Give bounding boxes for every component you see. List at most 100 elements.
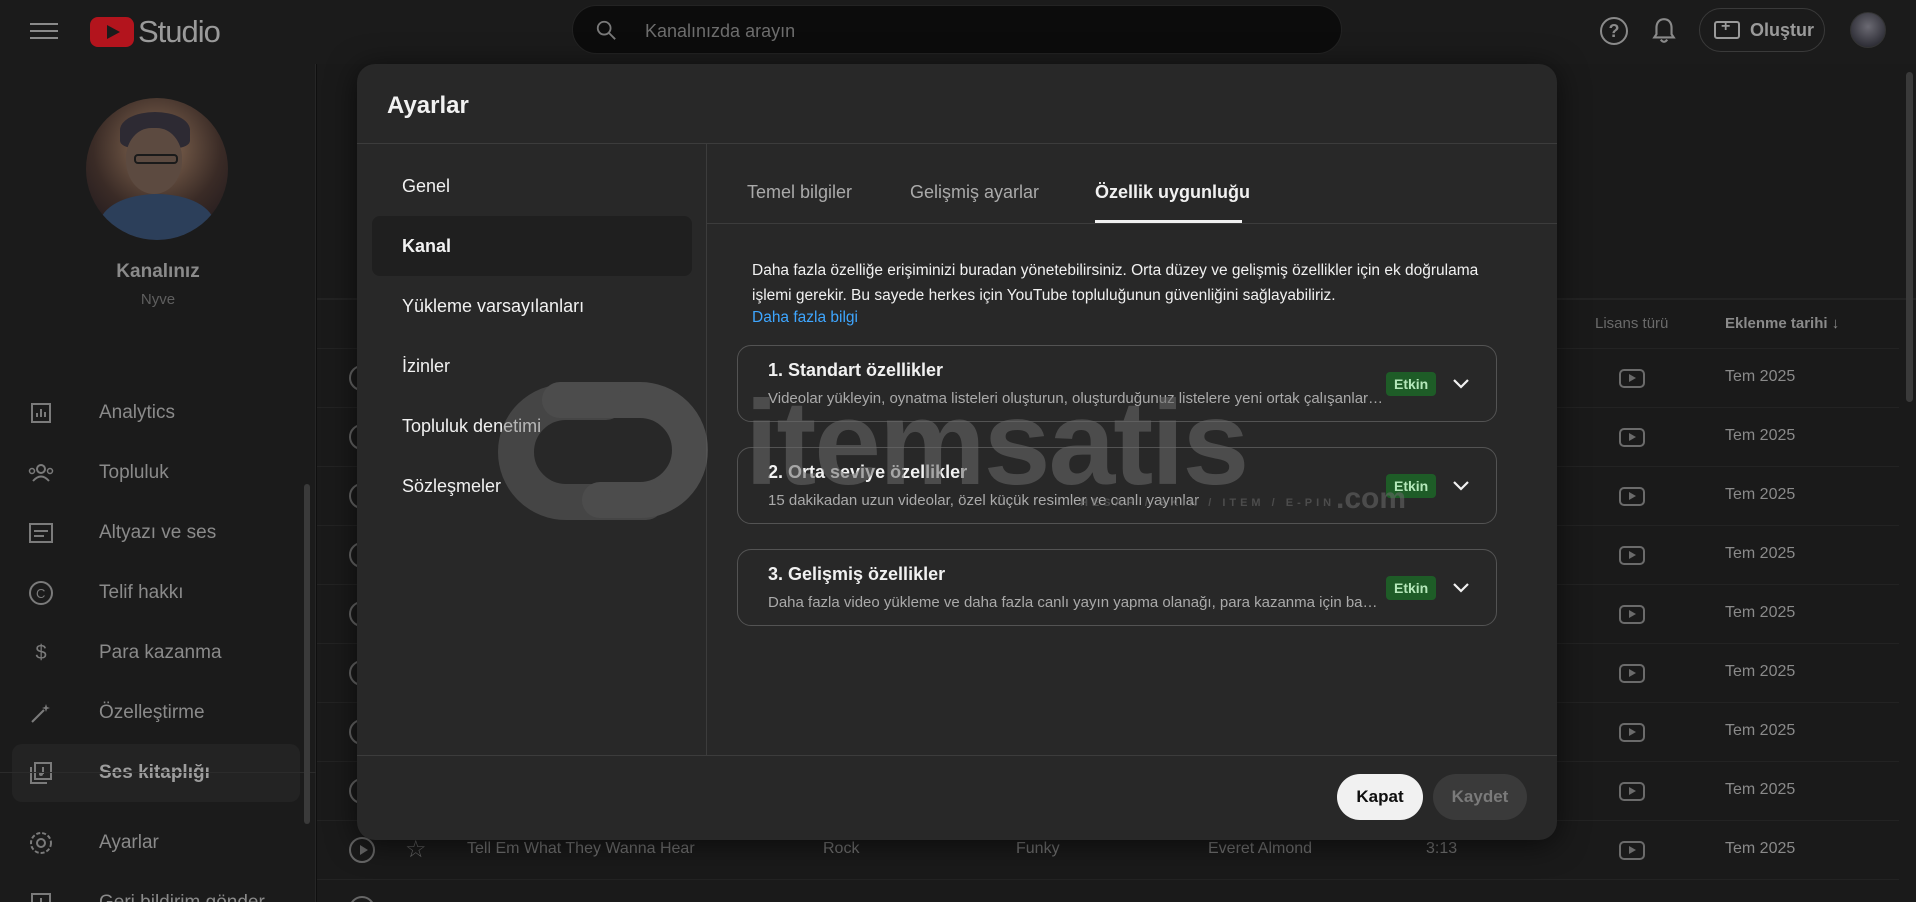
nav-item-community-moderation[interactable]: Topluluk denetimi	[372, 396, 692, 456]
sidebar-divider	[0, 772, 316, 773]
search-icon	[596, 20, 616, 40]
sidebar-item-copyright[interactable]: C Telif hakkı	[12, 564, 300, 622]
tab-feature-eligibility[interactable]: Özellik uygunluğu	[1095, 182, 1250, 203]
tab-basic-info[interactable]: Temel bilgiler	[747, 182, 852, 203]
audio-library-icon	[28, 760, 54, 786]
status-badge: Etkin	[1386, 474, 1437, 498]
community-icon	[28, 460, 54, 486]
dialog-header-divider	[357, 143, 1557, 144]
status-badge: Etkin	[1386, 372, 1437, 396]
top-bar: Studio Kanalınızda arayın ? Oluştur	[0, 0, 1916, 64]
column-added-label: Eklenme tarihi	[1725, 315, 1828, 332]
play-icon[interactable]	[349, 896, 375, 902]
play-icon[interactable]	[349, 837, 375, 863]
added-date: Tem 2025	[1725, 663, 1796, 680]
added-date: Tem 2025	[1725, 486, 1796, 503]
youtube-license-icon	[1619, 546, 1645, 565]
sidebar-item-settings[interactable]: Ayarlar	[12, 814, 300, 872]
sidebar-item-label: Topluluk	[99, 462, 169, 483]
nav-item-channel[interactable]: Kanal	[372, 216, 692, 276]
analytics-icon	[28, 400, 54, 426]
sidebar-item-label: Ayarlar	[99, 832, 159, 853]
youtube-license-icon	[1619, 369, 1645, 388]
tab-advanced-settings[interactable]: Gelişmiş ayarlar	[910, 182, 1039, 203]
added-date: Tem 2025	[1725, 781, 1796, 798]
feature-title: 2. Orta seviye özellikler	[768, 462, 968, 482]
channel-title: Kanalınız	[116, 261, 200, 282]
studio-logo[interactable]: Studio	[90, 14, 221, 50]
track-artist: Everet Almond	[1208, 840, 1313, 857]
sidebar-item-label: Geri bildirim gönder	[99, 892, 265, 902]
chevron-down-icon[interactable]	[1450, 576, 1472, 598]
added-date: Tem 2025	[1725, 545, 1796, 562]
sidebar-item-label: Telif hakkı	[99, 582, 184, 603]
sidebar-scrollbar[interactable]	[304, 264, 310, 824]
column-added-date[interactable]: Eklenme tarihi ↓	[1725, 315, 1839, 332]
sidebar-item-label: Para kazanma	[99, 642, 222, 663]
channel-handle: Nyve	[140, 291, 176, 308]
track-mood: Funky	[1016, 840, 1060, 857]
sidebar-item-monetization[interactable]: $ Para kazanma	[12, 624, 300, 682]
sidebar-item-analytics[interactable]: Analytics	[12, 384, 300, 442]
nav-item-permissions[interactable]: İzinler	[372, 336, 692, 396]
feature-title: 1. Standart özellikler	[768, 360, 944, 380]
column-license[interactable]: Lisans türü	[1595, 315, 1668, 332]
subtitles-icon	[28, 520, 54, 546]
create-label: Oluştur	[1750, 19, 1815, 40]
sidebar-item-feedback[interactable]: Geri bildirim gönder	[12, 874, 300, 902]
dollar-icon: $	[35, 641, 47, 664]
youtube-license-icon	[1619, 841, 1645, 860]
added-date: Tem 2025	[1725, 722, 1796, 739]
create-button[interactable]: Oluştur	[1699, 8, 1825, 52]
feature-advanced[interactable]: 3. Gelişmiş özellikler Daha fazla video …	[737, 549, 1497, 626]
save-button[interactable]: Kaydet	[1433, 774, 1527, 820]
nav-item-upload-defaults[interactable]: Yükleme varsayılanları	[372, 276, 692, 336]
status-badge: Etkin	[1386, 576, 1437, 600]
svg-text:C: C	[36, 586, 45, 601]
sidebar-item-audio-library[interactable]: Ses kitaplığı	[12, 744, 300, 802]
close-button[interactable]: Kapat	[1337, 774, 1423, 820]
account-avatar[interactable]	[1850, 12, 1886, 48]
added-date: Tem 2025	[1725, 368, 1796, 385]
dialog-title: Ayarlar	[387, 92, 469, 119]
track-duration: 3:13	[1426, 840, 1458, 857]
sidebar-item-customization[interactable]: Özelleştirme	[12, 684, 300, 742]
feature-description: Daha fazla özelliğe erişiminizi buradan …	[752, 262, 1479, 304]
settings-dialog: Ayarlar Genel Kanal Yükleme varsayılanla…	[357, 64, 1557, 840]
track-title: Tell Em What They Wanna Hear	[467, 840, 695, 857]
sidebar-item-label: Özelleştirme	[99, 702, 205, 723]
feature-intermediate[interactable]: 2. Orta seviye özellikler 15 dakikadan u…	[737, 447, 1497, 524]
learn-more-link[interactable]: Daha fazla bilgi	[752, 309, 858, 327]
nav-item-general[interactable]: Genel	[372, 156, 692, 216]
sidebar-item-community[interactable]: Topluluk	[12, 444, 300, 502]
camera-add-icon	[1714, 18, 1740, 39]
bell-icon[interactable]	[1651, 17, 1677, 45]
sidebar-item-label: Altyazı ve ses	[99, 522, 217, 543]
tabs-divider	[707, 223, 1557, 224]
dialog-nav-divider	[706, 144, 707, 756]
magic-wand-icon	[28, 700, 54, 726]
feature-title: 3. Gelişmiş özellikler	[768, 564, 946, 584]
gear-icon	[28, 830, 54, 856]
chevron-down-icon[interactable]	[1450, 372, 1472, 394]
youtube-play-icon	[90, 17, 134, 47]
menu-icon[interactable]	[30, 18, 58, 42]
feature-desc: 15 dakikadan uzun videolar, özel küçük r…	[768, 492, 1200, 509]
youtube-license-icon	[1619, 664, 1645, 683]
youtube-license-icon	[1619, 605, 1645, 624]
youtube-license-icon	[1619, 428, 1645, 447]
chevron-down-icon[interactable]	[1450, 474, 1472, 496]
channel-avatar[interactable]	[86, 98, 228, 240]
copyright-icon: C	[28, 580, 54, 606]
feature-standard[interactable]: 1. Standart özellikler Videolar yükleyin…	[737, 345, 1497, 422]
search-input[interactable]: Kanalınızda arayın	[572, 5, 1342, 54]
sidebar-item-subtitles[interactable]: Altyazı ve ses	[12, 504, 300, 562]
nav-item-agreements[interactable]: Sözleşmeler	[372, 456, 692, 516]
dialog-footer-divider	[357, 755, 1557, 756]
feedback-icon	[28, 890, 54, 902]
table-row[interactable]	[317, 879, 1899, 902]
help-icon[interactable]: ?	[1600, 17, 1628, 45]
sidebar: Kanalınız Nyve Analytics Topluluk Altyaz…	[0, 64, 316, 902]
page-scrollbar[interactable]	[1906, 72, 1913, 402]
sidebar-item-label: Ses kitaplığı	[99, 762, 210, 783]
